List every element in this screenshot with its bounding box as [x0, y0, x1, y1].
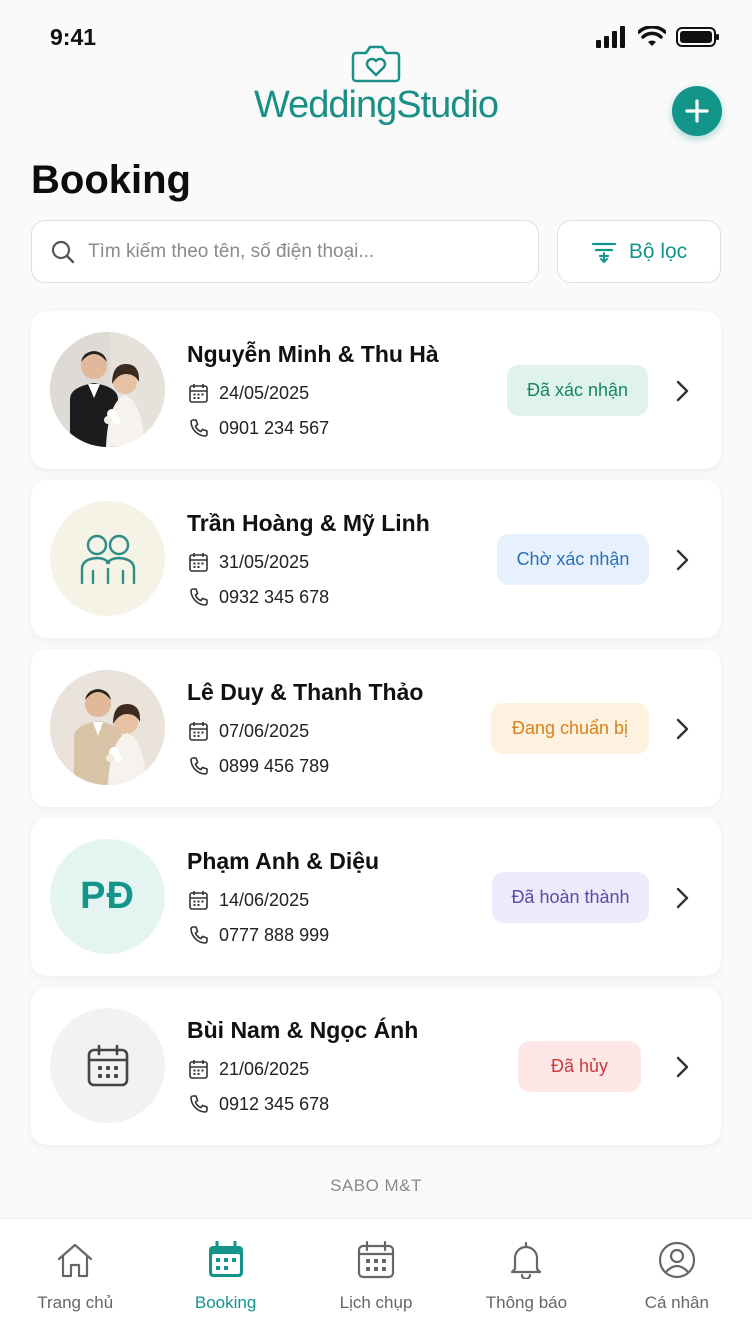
phone-icon: [190, 926, 208, 944]
booking-phone-row: 0777 888 999: [188, 925, 329, 946]
booking-date: 14/06/2025: [219, 890, 310, 910]
booking-phone: 0932 345 678: [219, 587, 330, 607]
add-booking-button[interactable]: [672, 86, 722, 136]
phone-icon: [190, 757, 208, 775]
booking-card[interactable]: Bùi Nam & Ngọc Ánh 21/06/2025 0912 345 6…: [31, 987, 721, 1145]
client-name: Lê Duy & Thanh Thảo: [187, 679, 424, 705]
booking-phone-row: 0932 345 678: [188, 587, 329, 608]
filter-icon: [591, 242, 616, 263]
calendar-icon: [189, 891, 208, 910]
calendar-icon: [189, 1060, 208, 1079]
booking-date-row: 14/06/2025: [188, 890, 309, 911]
client-name: Bùi Nam & Ngọc Ánh: [187, 1017, 419, 1043]
booking-date-row: 07/06/2025: [188, 721, 309, 742]
nav-item-profile[interactable]: Cá nhân: [602, 1219, 752, 1344]
plus-icon: [685, 99, 709, 123]
calendar-icon: [189, 722, 208, 741]
calendar-icon: [189, 553, 208, 572]
couple-photo-avatar: [50, 332, 165, 447]
status-badge: Đang chuẩn bị: [491, 703, 649, 754]
camera-heart-icon: [351, 45, 401, 83]
nav-item-schedule[interactable]: Lịch chụp: [301, 1219, 451, 1344]
phone-icon: [190, 419, 208, 437]
couple-outline-avatar: [50, 501, 165, 616]
filter-label: Bộ lọc: [628, 239, 688, 263]
status-badge: Đã hoàn thành: [492, 872, 649, 923]
booking-date-row: 21/06/2025: [188, 1059, 309, 1080]
booking-phone: 0901 234 567: [219, 418, 330, 438]
chevron-right-icon[interactable]: [674, 716, 692, 742]
calendar-icon: [189, 384, 208, 403]
phone-icon: [190, 588, 208, 606]
bottom-nav: Trang chủ Booking Lịch chụp Thông báo Cá…: [0, 1218, 752, 1344]
nav-item-booking[interactable]: Booking: [150, 1219, 300, 1344]
booking-phone: 0899 456 789: [219, 756, 330, 776]
booking-card[interactable]: Lê Duy & Thanh Thảo 07/06/2025 0899 456 …: [31, 649, 721, 807]
nav-label: Trang chủ: [37, 1293, 114, 1312]
status-badge: Chờ xác nhận: [497, 534, 649, 585]
logo-text: WeddingStudio: [253, 84, 499, 126]
status-badge: Đã hủy: [518, 1041, 641, 1092]
booking-card[interactable]: PĐ Phạm Anh & Diệu 14/06/2025 0777 888 9…: [31, 818, 721, 976]
search-icon: [51, 240, 75, 263]
booking-date: 31/05/2025: [219, 552, 310, 572]
nav-item-notifications[interactable]: Thông báo: [451, 1219, 601, 1344]
booking-date-row: 24/05/2025: [188, 383, 309, 404]
client-name: Nguyễn Minh & Thu Hà: [187, 341, 439, 367]
chevron-right-icon[interactable]: [674, 1054, 692, 1080]
page-title: Booking: [31, 158, 191, 202]
phone-icon: [190, 1095, 208, 1113]
nav-label: Lịch chụp: [339, 1293, 413, 1312]
couple-photo-avatar: [50, 670, 165, 785]
home-icon: [58, 1243, 93, 1278]
chevron-right-icon[interactable]: [674, 547, 692, 573]
filter-button[interactable]: Bộ lọc: [557, 220, 721, 283]
client-name: Trần Hoàng & Mỹ Linh: [187, 510, 430, 536]
booking-phone-row: 0899 456 789: [188, 756, 329, 777]
booking-card[interactable]: Trần Hoàng & Mỹ Linh 31/05/2025 0932 345…: [31, 480, 721, 638]
couple-outline-icon: [80, 534, 135, 584]
couple-photo-icon: [50, 332, 165, 447]
calendar-icon: [87, 1044, 128, 1086]
nav-label: Booking: [194, 1293, 257, 1312]
chevron-right-icon[interactable]: [674, 885, 692, 911]
chevron-right-icon[interactable]: [674, 378, 692, 404]
nav-label: Thông báo: [485, 1293, 568, 1312]
calendar-avatar: [50, 1008, 165, 1123]
calendar-icon: [357, 1241, 395, 1279]
bell-icon: [511, 1241, 542, 1279]
initials-avatar: PĐ: [50, 839, 165, 954]
user-icon: [658, 1241, 695, 1279]
booking-phone: 0777 888 999: [219, 925, 330, 945]
booking-date-row: 31/05/2025: [188, 552, 309, 573]
status-badge: Đã xác nhận: [507, 365, 648, 416]
couple-photo-icon: [50, 670, 165, 785]
client-name: Phạm Anh & Diệu: [187, 848, 380, 874]
booking-date: 07/06/2025: [219, 721, 310, 741]
booking-phone-row: 0912 345 678: [188, 1094, 329, 1115]
app-logo: WeddingStudio: [0, 44, 752, 127]
search-input[interactable]: Tìm kiếm theo tên, số điện thoại...: [31, 220, 539, 283]
booking-date: 24/05/2025: [219, 383, 310, 403]
nav-item-home[interactable]: Trang chủ: [0, 1219, 150, 1344]
avatar-initials: PĐ: [80, 875, 135, 917]
footer-brand: SABO M&T: [330, 1176, 422, 1195]
booking-date: 21/06/2025: [219, 1059, 310, 1079]
booking-phone: 0912 345 678: [219, 1094, 330, 1114]
booking-phone-row: 0901 234 567: [188, 418, 329, 439]
calendar-check-icon: [208, 1241, 243, 1277]
booking-card[interactable]: Nguyễn Minh & Thu Hà 24/05/2025 0901 234…: [31, 311, 721, 469]
nav-label: Cá nhân: [644, 1293, 709, 1312]
search-placeholder: Tìm kiếm theo tên, số điện thoại...: [88, 240, 375, 262]
